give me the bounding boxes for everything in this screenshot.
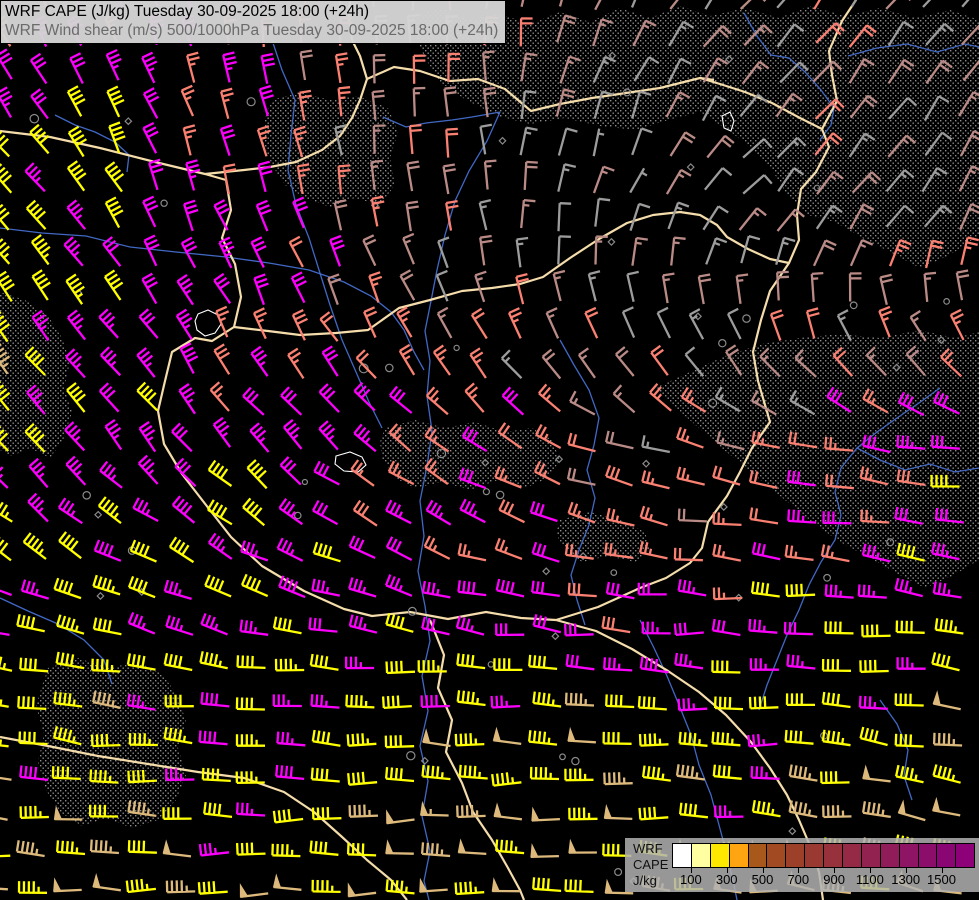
weather-map [0,0,979,900]
legend-color-box [691,844,710,867]
legend-color-bar [672,843,975,868]
legend-color-box [729,844,748,867]
legend-label-line2: CAPE [633,857,668,873]
cape-legend: WRF CAPE J/kg 100 300 500 700 900 1100 1300 150… [625,838,979,892]
map-title: WRF CAPE (J/kg) Tuesday 30-09-2025 18:00… [5,2,498,21]
legend-color-box [823,844,842,867]
legend-color-box [748,844,767,867]
legend-tick-label: 1500 [927,872,956,887]
legend-color-box [785,844,804,867]
legend-color-box [936,844,955,867]
legend-color-box [955,844,974,867]
legend-color-box [804,844,823,867]
legend-color-box [673,844,691,867]
legend-tick-label: 700 [787,872,809,887]
legend-label-line3: J/kg [633,873,668,889]
legend-color-box [710,844,729,867]
legend-tick-label: 100 [680,872,702,887]
legend-tick-label: 300 [716,872,738,887]
legend-color-box [899,844,918,867]
legend-color-box [918,844,937,867]
legend-tick-label: 900 [823,872,845,887]
legend-color-box [861,844,880,867]
legend-label-line1: WRF [633,841,668,857]
title-panel: WRF CAPE (J/kg) Tuesday 30-09-2025 18:00… [0,0,506,44]
legend-tick-label: 1300 [891,872,920,887]
wrf-forecast-map-page: WRF CAPE (J/kg) Tuesday 30-09-2025 18:00… [0,0,979,900]
legend-color-box [766,844,785,867]
legend-color-box [880,844,899,867]
legend-tick-label: 1100 [856,872,884,887]
legend-tick-label: 500 [752,872,774,887]
map-subtitle: WRF Wind shear (m/s) 500/1000hPa Tuesday… [5,21,498,40]
legend-label: WRF CAPE J/kg [633,841,668,889]
legend-color-box [842,844,861,867]
